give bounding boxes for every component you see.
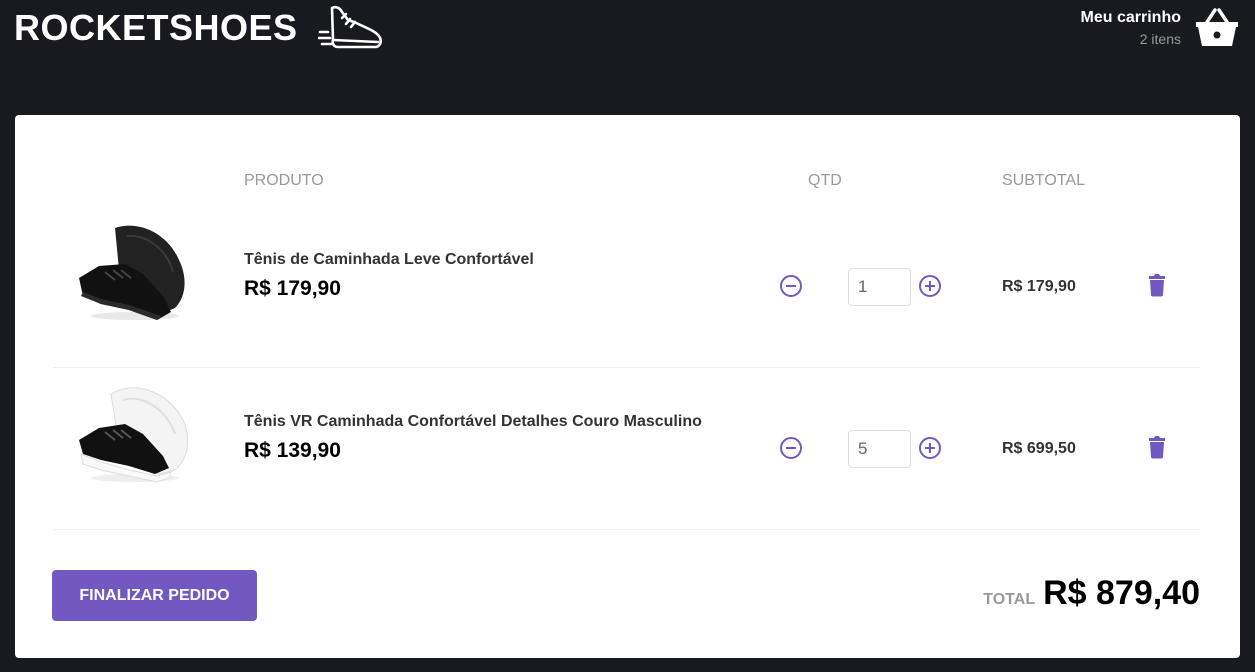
cart-title: Meu carrinho [1080, 9, 1181, 26]
total: TOTAL R$ 879,40 [983, 574, 1200, 613]
header-subtotal: SUBTOTAL [1002, 172, 1085, 189]
header-qty: QTD [808, 172, 842, 189]
product-price: R$ 179,90 [244, 277, 341, 300]
finish-order-button[interactable]: FINALIZAR PEDIDO [52, 570, 257, 621]
subtotal-value: R$ 179,90 [1002, 278, 1076, 295]
logo-text: ROCKETSHOES [14, 7, 298, 48]
sneaker-icon [317, 5, 382, 49]
decrement-button[interactable] [779, 274, 803, 298]
product-title: Tênis VR Caminhada Confortável Detalhes … [244, 413, 702, 430]
cart-info: Meu carrinho 2 itens [1081, 9, 1181, 47]
cart-link[interactable]: Meu carrinho 2 itens [1081, 8, 1239, 48]
logo-link[interactable]: ROCKETSHOES [14, 2, 384, 54]
header-product: PRODUTO [244, 172, 324, 189]
trash-icon[interactable] [1147, 435, 1167, 459]
increment-button[interactable] [918, 436, 942, 460]
product-title: Tênis de Caminhada Leve Confortável [244, 251, 534, 268]
black-white-sneaker-image [79, 387, 189, 483]
quantity-input[interactable] [848, 268, 911, 306]
product-price: R$ 139,90 [244, 439, 341, 462]
increment-button[interactable] [918, 274, 942, 298]
decrement-button[interactable] [779, 436, 803, 460]
basket-icon [1196, 8, 1238, 46]
black-sneaker-image [79, 225, 185, 320]
cart-count: 2 itens [1139, 31, 1181, 47]
subtotal-value: R$ 699,50 [1002, 440, 1076, 457]
total-value: R$ 879,40 [1043, 574, 1200, 612]
header: ROCKETSHOES Meu carrinho 2 itens [0, 0, 1255, 80]
cart-container: PRODUTO QTD SUBTOTAL Tênis de Caminhada … [15, 115, 1240, 658]
total-label: TOTAL [983, 591, 1036, 608]
quantity-input[interactable] [848, 430, 911, 468]
table-row: Tênis de Caminhada Leve Confortável R$ 1… [53, 206, 1200, 368]
trash-icon[interactable] [1147, 273, 1167, 297]
table-row: Tênis VR Caminhada Confortável Detalhes … [53, 368, 1200, 530]
